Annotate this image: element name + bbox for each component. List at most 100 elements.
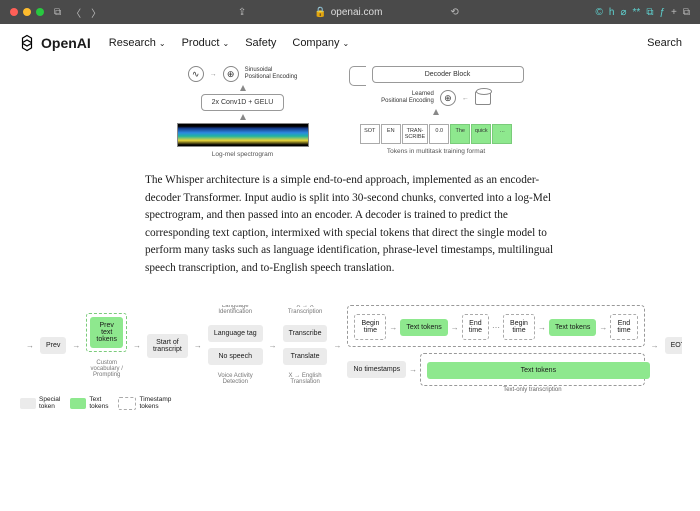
ext-icon-3[interactable]: **	[633, 7, 641, 18]
decoder-column: Decoder Block Learned Positional Encodin…	[349, 66, 524, 158]
node-end-time: End time	[462, 314, 489, 340]
arrow-right-icon: →	[333, 341, 341, 350]
arrow-right-icon: →	[26, 341, 34, 350]
text-only-label: Text-only transcription	[500, 387, 564, 393]
embedding-icon	[475, 91, 491, 105]
node-begin-time: Begin time	[354, 314, 386, 340]
tabs-icon[interactable]: ⧉	[683, 7, 690, 18]
node-transcribe: Transcribe	[283, 325, 328, 342]
reader-icon[interactable]: ⟲	[450, 7, 458, 18]
ext-icon-1[interactable]: h	[609, 7, 615, 18]
arrow-up-icon	[240, 85, 246, 91]
site-header: OpenAI Research⌄ Product⌄ Safety Company…	[0, 24, 700, 62]
architecture-diagram: ∿ → ⊕ Sinusoidal Positional Encoding 2x …	[18, 66, 682, 158]
arrow-right-icon: →	[210, 71, 217, 78]
ellipsis-icon: ⋯	[492, 323, 500, 332]
node-prev-text-tokens: Prev text tokens	[90, 317, 123, 348]
arrow-right-icon: →	[194, 341, 202, 350]
node-no-timestamps: No timestamps	[347, 361, 406, 378]
learned-pe-label: Learned Positional Encoding	[381, 91, 434, 104]
nav-company[interactable]: Company⌄	[292, 37, 349, 49]
nav-safety[interactable]: Safety	[245, 37, 276, 49]
window-controls[interactable]	[10, 8, 44, 16]
brand-name: OpenAI	[41, 35, 91, 51]
ext-icon-0[interactable]: ©	[596, 7, 603, 18]
sine-icon: ∿	[188, 66, 204, 82]
arrow-right-icon: →	[451, 323, 459, 332]
nav-product[interactable]: Product⌄	[182, 37, 230, 49]
node-prev: Prev	[40, 337, 66, 354]
arrow-right-icon: →	[133, 341, 141, 350]
token: SOT	[360, 124, 380, 144]
arrow-up-icon	[240, 114, 246, 120]
token: The	[450, 124, 470, 144]
node-begin-time: Begin time	[503, 314, 535, 340]
spectrogram-caption: Log-mel spectrogram	[212, 151, 273, 158]
spectrogram-image	[177, 123, 309, 147]
arrow-right-icon: →	[651, 341, 659, 350]
token: …	[492, 124, 512, 144]
openai-icon	[18, 34, 36, 52]
prev-caption: Custom vocabulary / Prompting	[86, 360, 127, 378]
nav-research[interactable]: Research⌄	[109, 37, 166, 49]
arrow-right-icon: →	[72, 341, 80, 350]
node-language-tag: Language tag	[208, 325, 263, 342]
share-icon[interactable]: ⇪	[238, 7, 246, 18]
node-end-time: End time	[610, 314, 637, 340]
node-start-transcript: Start of transcript	[147, 334, 188, 358]
minimize-window-icon[interactable]	[23, 8, 31, 16]
node-translate: Translate	[283, 348, 328, 365]
new-tab-icon[interactable]: +	[671, 7, 677, 18]
arrow-left-icon: ←	[462, 95, 469, 102]
token: EN	[381, 124, 401, 144]
address-bar[interactable]: openai.com	[331, 7, 383, 18]
node-eot: EOT	[665, 337, 682, 354]
search-link[interactable]: Search	[647, 37, 682, 49]
node-text-tokens: Text tokens	[427, 362, 649, 379]
extensions: © h ⌀ ** ⧉ ƒ + ⧉	[596, 7, 690, 18]
ext-icon-4[interactable]: ⧉	[646, 7, 653, 18]
close-window-icon[interactable]	[10, 8, 18, 16]
chevron-down-icon: ⌄	[159, 39, 166, 48]
ext-icon-2[interactable]: ⌀	[620, 7, 626, 18]
token: 0.0	[429, 124, 449, 144]
time-aligned-group: Time aligned transcription Begin time → …	[347, 305, 644, 347]
browser-chrome: ⧉ 〈 〉 ⇪ 🔒 openai.com ⟲ © h ⌀ ** ⧉ ƒ + ⧉	[0, 0, 700, 24]
add-icon: ⊕	[223, 66, 239, 82]
legend: Special token Text tokens Timestamp toke…	[18, 396, 682, 410]
maximize-window-icon[interactable]	[36, 8, 44, 16]
token: quick	[471, 124, 491, 144]
legend-special: Special token	[20, 396, 60, 410]
add-icon: ⊕	[440, 90, 456, 106]
xx-label: X → X Transcription	[283, 305, 328, 315]
arrow-right-icon: →	[538, 323, 546, 332]
arrow-right-icon: →	[389, 323, 397, 332]
token-sequence: SOT EN TRAN- SCRIBE 0.0 The quick …	[360, 124, 512, 144]
forward-icon[interactable]: 〉	[91, 5, 101, 20]
arrow-right-icon: →	[409, 365, 417, 374]
pos-enc-label: Sinusoidal Positional Encoding	[245, 67, 298, 80]
arrow-right-icon: →	[599, 323, 607, 332]
back-icon[interactable]: 〈	[71, 5, 81, 20]
arrow-right-icon: →	[269, 341, 277, 350]
legend-text: Text tokens	[70, 396, 108, 410]
sidebar-toggle-icon[interactable]: ⧉	[54, 7, 61, 18]
xen-label: X → English Translation	[283, 373, 328, 385]
brand-logo[interactable]: OpenAI	[18, 34, 91, 52]
arrow-up-icon	[433, 109, 439, 115]
tokens-caption: Tokens in multitask training format	[387, 148, 485, 155]
chevron-down-icon: ⌄	[342, 39, 349, 48]
chevron-down-icon: ⌄	[222, 39, 229, 48]
lang-id-label: Language Identification	[208, 305, 263, 315]
description-paragraph: The Whisper architecture is a simple end…	[145, 172, 555, 277]
ext-icon-5[interactable]: ƒ	[659, 7, 665, 18]
node-text-tokens: Text tokens	[400, 319, 447, 336]
node-text-tokens: Text tokens	[549, 319, 596, 336]
encoder-column: ∿ → ⊕ Sinusoidal Positional Encoding 2x …	[177, 66, 309, 158]
text-only-group: Text-only transcription Text tokens	[420, 353, 644, 386]
connector-line	[349, 66, 366, 86]
node-no-speech: No speech	[208, 348, 263, 365]
conv-block: 2x Conv1D + GELU	[201, 94, 285, 111]
legend-timestamp: Timestamp tokens	[118, 396, 171, 410]
decoder-block: Decoder Block	[372, 66, 524, 83]
